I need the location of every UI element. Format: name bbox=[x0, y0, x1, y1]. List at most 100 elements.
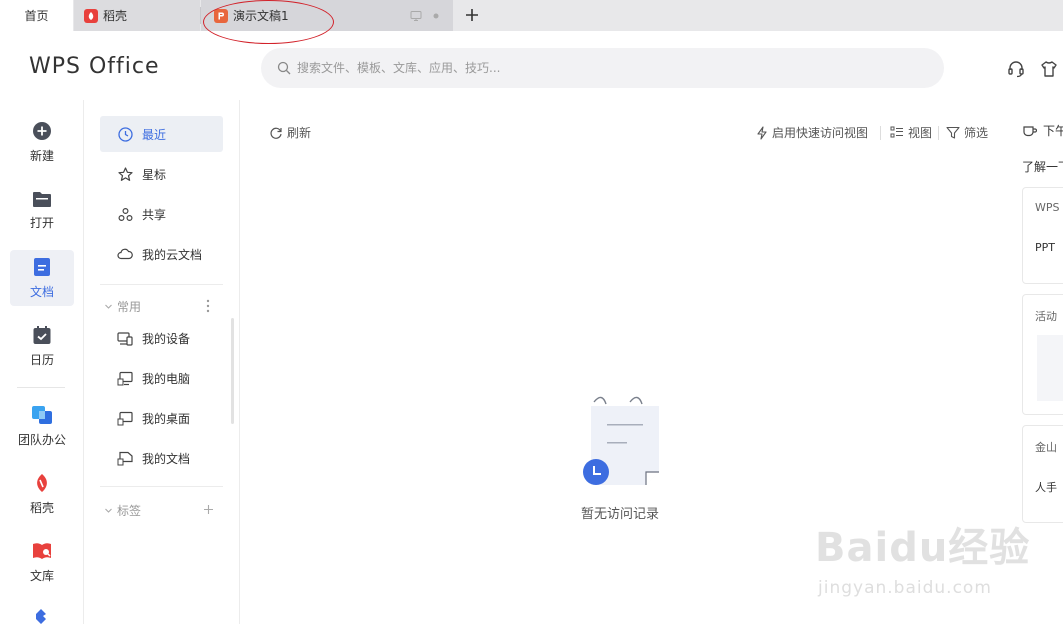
nav-open-label: 打开 bbox=[29, 215, 54, 230]
nav-open[interactable]: 打开 bbox=[10, 182, 74, 238]
view-label: 视图 bbox=[908, 126, 933, 140]
side-shared-label: 共享 bbox=[142, 207, 167, 222]
nav-library[interactable]: 文库 bbox=[10, 534, 74, 590]
side-my-desktop[interactable]: 我的桌面 bbox=[100, 400, 223, 436]
common-section-header[interactable]: 常用 bbox=[104, 298, 141, 315]
computer-icon bbox=[117, 370, 133, 386]
side-scrollbar[interactable] bbox=[231, 318, 234, 424]
more-vertical-icon[interactable] bbox=[206, 299, 210, 313]
view-button[interactable]: 视图 bbox=[890, 124, 932, 141]
document-icon bbox=[33, 257, 51, 277]
info-card-title: WPS bbox=[1035, 201, 1060, 214]
tab-daoke[interactable]: 稻壳 bbox=[74, 0, 200, 31]
ppt-icon bbox=[214, 8, 228, 23]
side-divider-2 bbox=[100, 486, 223, 487]
search-input[interactable] bbox=[297, 61, 897, 75]
baidu-watermark-logo: Baidu经验 bbox=[815, 525, 1031, 571]
nav-team-office[interactable]: 团队办公 bbox=[10, 398, 74, 454]
right-panel-subtitle: 了解一下 bbox=[1022, 160, 1063, 174]
team-office-icon bbox=[31, 405, 53, 425]
library-book-icon bbox=[31, 541, 53, 561]
coffee-cup-icon bbox=[1023, 125, 1037, 137]
kingsoft-card[interactable]: 金山 人手 bbox=[1022, 425, 1063, 523]
nav-calendar-label: 日历 bbox=[29, 352, 54, 367]
device-icon bbox=[117, 330, 133, 346]
activity-card-image bbox=[1037, 335, 1063, 401]
empty-notepad-clock-icon bbox=[580, 394, 662, 490]
refresh-icon bbox=[269, 126, 283, 140]
nav-library-label: 文库 bbox=[29, 568, 54, 583]
right-panel-title-text: 下午 bbox=[1043, 124, 1063, 138]
nav-new[interactable]: 新建 bbox=[10, 114, 74, 170]
side-recent[interactable]: 最近 bbox=[100, 116, 223, 152]
cloud-icon bbox=[117, 246, 133, 262]
tags-section-header[interactable]: 标签 bbox=[104, 502, 141, 519]
side-my-documents[interactable]: 我的文档 bbox=[100, 440, 223, 476]
side-starred[interactable]: 星标 bbox=[100, 156, 223, 192]
plus-circle-icon bbox=[32, 121, 52, 141]
nav-team-office-label: 团队办公 bbox=[17, 432, 66, 447]
quick-access-label: 启用快速访问视图 bbox=[772, 126, 869, 140]
activity-card[interactable]: 活动 bbox=[1022, 294, 1063, 415]
headset-icon[interactable] bbox=[1006, 59, 1026, 79]
info-card-body: PPT bbox=[1035, 241, 1055, 254]
toolbar-separator bbox=[880, 126, 881, 140]
my-documents-icon bbox=[117, 450, 133, 466]
kingsoft-card-title: 金山 bbox=[1035, 441, 1057, 454]
side-cloud-docs[interactable]: 我的云文档 bbox=[100, 236, 223, 272]
refresh-label: 刷新 bbox=[287, 126, 312, 140]
right-panel-title: 下午 bbox=[1023, 122, 1063, 139]
tab-presentation-label: 演示文稿1 bbox=[233, 9, 289, 23]
nav-documents[interactable]: 文档 bbox=[10, 250, 74, 306]
tab-presentation[interactable]: 演示文稿1 bbox=[201, 0, 453, 31]
add-tag-plus-icon[interactable] bbox=[203, 504, 214, 515]
lightning-icon bbox=[756, 125, 768, 140]
nav-daoke[interactable]: 稻壳 bbox=[10, 466, 74, 522]
toolbar-separator bbox=[938, 126, 939, 140]
tab-home-label: 首页 bbox=[24, 9, 49, 23]
side-divider bbox=[100, 284, 223, 285]
filter-funnel-icon bbox=[946, 126, 960, 139]
apps-puzzle-icon[interactable] bbox=[32, 608, 50, 624]
unsaved-dot-icon[interactable] bbox=[433, 13, 439, 19]
nav-new-label: 新建 bbox=[29, 148, 54, 163]
chevron-down-icon bbox=[104, 506, 113, 515]
search-icon bbox=[277, 61, 291, 75]
filter-label: 筛选 bbox=[964, 126, 989, 140]
nav-divider bbox=[17, 387, 65, 388]
nav-column-divider bbox=[83, 100, 84, 624]
new-tab-button[interactable] bbox=[461, 4, 483, 26]
tab-separator bbox=[200, 7, 201, 24]
side-column-divider bbox=[239, 100, 240, 624]
refresh-button[interactable]: 刷新 bbox=[269, 124, 311, 141]
search-bar[interactable] bbox=[261, 48, 944, 88]
side-my-computer-label: 我的电脑 bbox=[142, 371, 191, 386]
side-my-computer[interactable]: 我的电脑 bbox=[100, 360, 223, 396]
nav-calendar[interactable]: 日历 bbox=[10, 318, 74, 374]
filter-button[interactable]: 筛选 bbox=[946, 124, 988, 141]
side-my-device[interactable]: 我的设备 bbox=[100, 320, 223, 356]
share-nodes-icon bbox=[117, 206, 133, 222]
nav-documents-label: 文档 bbox=[29, 284, 54, 299]
tab-home[interactable]: 首页 bbox=[0, 0, 73, 31]
side-shared[interactable]: 共享 bbox=[100, 196, 223, 232]
side-my-desktop-label: 我的桌面 bbox=[142, 411, 191, 426]
nav-daoke-label: 稻壳 bbox=[29, 500, 54, 515]
list-view-icon bbox=[890, 126, 904, 139]
info-card[interactable]: WPS PPT bbox=[1022, 187, 1063, 284]
quick-access-view-button[interactable]: 启用快速访问视图 bbox=[756, 124, 868, 141]
screen-icon[interactable] bbox=[410, 10, 422, 22]
skin-shirt-icon[interactable] bbox=[1039, 59, 1059, 79]
daoke-icon bbox=[33, 473, 51, 493]
side-my-documents-label: 我的文档 bbox=[142, 451, 191, 466]
side-my-device-label: 我的设备 bbox=[142, 331, 191, 346]
chevron-down-icon bbox=[104, 302, 113, 311]
common-section-label: 常用 bbox=[117, 300, 142, 314]
empty-state-message: 暂无访问记录 bbox=[581, 507, 660, 522]
kingsoft-card-body: 人手 bbox=[1035, 481, 1057, 494]
tab-daoke-label: 稻壳 bbox=[103, 9, 128, 23]
baidu-watermark-url: jingyan.baidu.com bbox=[818, 578, 992, 598]
desktop-icon bbox=[117, 410, 133, 426]
folder-icon bbox=[32, 190, 52, 208]
plus-icon bbox=[465, 8, 479, 22]
